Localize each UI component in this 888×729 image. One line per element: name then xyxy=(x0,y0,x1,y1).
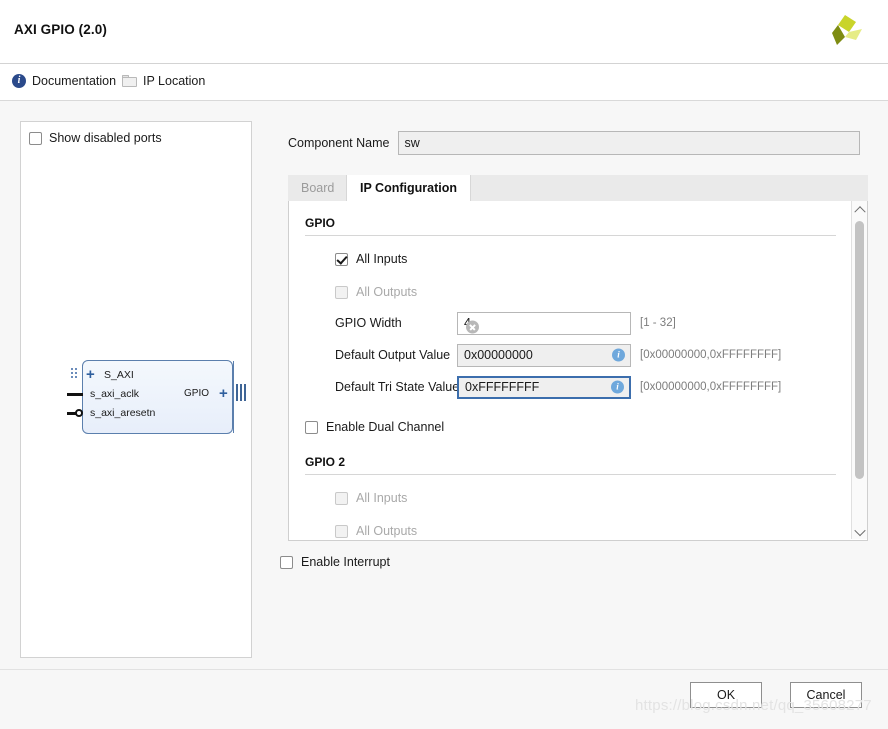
gpio-all-outputs-checkbox xyxy=(335,285,348,299)
s-axi-aclk-label: s_axi_aclk xyxy=(90,388,140,400)
folder-icon xyxy=(122,75,137,87)
enable-dual-channel-checkbox[interactable] xyxy=(305,420,318,434)
clear-icon[interactable] xyxy=(465,320,479,334)
gpio2-all-inputs-checkbox xyxy=(335,491,348,505)
gpio2-group-divider xyxy=(305,474,836,475)
show-disabled-ports-checkbox[interactable] xyxy=(29,131,42,145)
ip-configuration-tab-panel: GPIO All Inputs All Outputs GPIO Width 4 xyxy=(288,201,868,541)
enable-dual-channel-row[interactable]: Enable Dual Channel xyxy=(289,417,852,437)
gpio-default-tristate-input[interactable]: 0xFFFFFFFF i xyxy=(457,375,631,399)
scroll-down-button[interactable] xyxy=(852,524,867,539)
tab-board[interactable]: Board xyxy=(288,175,348,201)
tab-ip-configuration[interactable]: IP Configuration xyxy=(346,175,471,201)
gpio-group-title: GPIO xyxy=(305,216,336,230)
gpio-default-tristate-value: 0xFFFFFFFF xyxy=(465,380,540,394)
show-disabled-ports-row[interactable]: Show disabled ports xyxy=(29,131,162,145)
dialog-title-bar: AXI GPIO (2.0) xyxy=(0,0,888,64)
gpio-default-output-range: [0x00000000,0xFFFFFFFF] xyxy=(640,349,782,361)
gpio-width-input[interactable]: 4 xyxy=(457,311,631,335)
tab-bar: Board IP Configuration xyxy=(288,175,868,201)
scroll-up-button[interactable] xyxy=(852,201,867,217)
gpio-default-tristate-row: Default Tri State Value 0xFFFFFFFF i [0x… xyxy=(289,375,852,399)
clock-pin-icon xyxy=(67,393,83,396)
ip-symbol[interactable]: + S_AXI s_axi_aclk s_axi_aresetn GPIO + xyxy=(53,360,246,445)
gpio-port-label: GPIO xyxy=(184,388,210,399)
ip-location-label: IP Location xyxy=(143,74,206,88)
chevron-up-icon xyxy=(853,205,866,217)
gpio-bus-connector-icon xyxy=(236,384,248,401)
documentation-label: Documentation xyxy=(32,74,117,88)
gpio-width-range: [1 - 32] xyxy=(640,317,676,329)
gpio-default-tristate-range: [0x00000000,0xFFFFFFFF] xyxy=(640,381,782,393)
dialog-footer: OK Cancel xyxy=(0,669,888,729)
page-title: AXI GPIO (2.0) xyxy=(14,22,107,37)
component-name-row: Component Name sw xyxy=(288,130,860,156)
gpio2-all-outputs-row: All Outputs xyxy=(289,521,852,539)
gpio2-all-outputs-label: All Outputs xyxy=(356,524,418,538)
gpio2-group-title: GPIO 2 xyxy=(305,455,346,469)
enable-interrupt-checkbox[interactable] xyxy=(280,555,293,569)
gpio-default-output-value: 0x00000000 xyxy=(464,348,533,362)
dialog-body: Show disabled ports + S_AXI s_axi_aclk s… xyxy=(0,101,888,669)
config-form: GPIO All Inputs All Outputs GPIO Width 4 xyxy=(289,201,852,539)
gpio-group-divider xyxy=(305,235,836,236)
config-vertical-scrollbar[interactable] xyxy=(851,201,867,539)
gpio-default-output-input[interactable]: 0x00000000 i xyxy=(457,343,631,367)
enable-dual-channel-label: Enable Dual Channel xyxy=(326,420,445,434)
dialog-toolbar: i Documentation IP Location xyxy=(0,64,888,101)
component-name-label: Component Name xyxy=(288,136,390,150)
gpio-all-inputs-row[interactable]: All Inputs xyxy=(289,249,852,269)
gpio-all-outputs-label: All Outputs xyxy=(356,285,418,299)
gpio-all-outputs-row: All Outputs xyxy=(289,282,852,302)
scrollbar-thumb[interactable] xyxy=(855,221,864,479)
gpio-all-inputs-label: All Inputs xyxy=(356,252,408,266)
gpio2-all-inputs-label: All Inputs xyxy=(356,491,408,505)
config-scroll-area: GPIO All Inputs All Outputs GPIO Width 4 xyxy=(289,201,852,539)
gpio-expand-icon[interactable]: + xyxy=(219,386,228,401)
gpio-all-inputs-checkbox[interactable] xyxy=(335,252,348,266)
chevron-down-icon xyxy=(853,524,866,536)
cancel-button[interactable]: Cancel xyxy=(790,682,862,708)
s-axi-aresetn-label: s_axi_aresetn xyxy=(90,407,156,419)
gpio2-all-outputs-checkbox xyxy=(335,524,348,538)
gpio-default-output-row: Default Output Value 0x00000000 i [0x000… xyxy=(289,343,852,367)
s-axi-label: S_AXI xyxy=(104,369,134,381)
gpio-width-row: GPIO Width 4 [1 - 32] xyxy=(289,311,852,335)
info-icon[interactable]: i xyxy=(612,348,625,362)
config-panel: Component Name sw Board IP Configuration… xyxy=(270,121,868,658)
show-disabled-ports-label: Show disabled ports xyxy=(49,131,162,145)
enable-interrupt-label: Enable Interrupt xyxy=(301,555,390,569)
info-icon[interactable]: i xyxy=(611,380,624,394)
gpio-default-tristate-label: Default Tri State Value xyxy=(335,380,460,394)
gpio2-all-inputs-row: All Inputs xyxy=(289,488,852,508)
gpio-default-output-label: Default Output Value xyxy=(335,348,451,362)
s-axi-expand-icon[interactable]: + xyxy=(86,367,95,382)
block-diagram-panel: Show disabled ports + S_AXI s_axi_aclk s… xyxy=(20,121,252,658)
enable-interrupt-row[interactable]: Enable Interrupt xyxy=(280,555,390,569)
s-axi-bus-stub-icon xyxy=(71,368,80,381)
gpio-width-label: GPIO Width xyxy=(335,316,402,330)
component-name-input[interactable]: sw xyxy=(398,131,860,155)
info-icon: i xyxy=(12,74,26,88)
xilinx-logo-icon xyxy=(832,15,862,45)
ip-location-link[interactable]: IP Location xyxy=(122,74,205,88)
documentation-link[interactable]: i Documentation xyxy=(12,74,116,88)
gpio-bus-edge xyxy=(233,361,234,433)
reset-pin-bubble-icon xyxy=(75,409,83,417)
ok-button[interactable]: OK xyxy=(690,682,762,708)
